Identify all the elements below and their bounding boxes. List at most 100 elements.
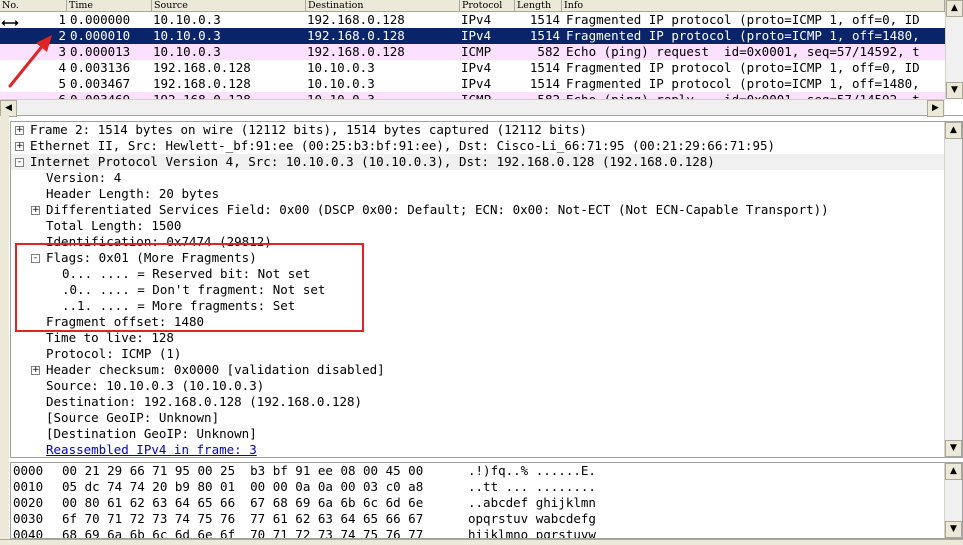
detail-row[interactable]: + Differentiated Services Field: 0x00 (DS… [11,202,944,218]
scroll-right-button[interactable]: ▶ [927,100,944,117]
packet-cell-dst: 10.10.0.3 [307,60,375,75]
packet-cell-info: Echo (ping) request id=0x0001, seq=57/14… [566,44,920,59]
packet-cell-time: 0.000013 [70,44,131,59]
detail-row[interactable]: - Internet Protocol Version 4, Src: 10.10… [11,154,944,170]
packet-row[interactable]: 3 0.000013 10.10.0.3 192.168.0.128 ICMP 582 Ec… [0,44,945,60]
column-header-info[interactable]: Info [562,0,945,12]
detail-row[interactable]: Total Length: 1500 [11,218,944,234]
detail-row[interactable]: + Header checksum: 0x0000 [validation dis… [11,362,944,378]
packet-cell-info: Fragmented IP protocol (proto=ICMP 1, of… [566,76,920,91]
packet-cell-time: 0.003136 [70,60,131,75]
byte-hex: 68 69 6a 6b 6c 6d 6e 6f 70 71 72 73 74 7… [62,527,424,539]
packet-cell-dst: 192.168.0.128 [307,12,405,27]
bytes-scroll-up-button[interactable]: ▲ [945,463,962,480]
scroll-right-icon: ▶ [932,103,939,113]
red-arrow-icon [8,35,52,88]
column-header-no[interactable]: No. [0,0,67,12]
byte-ascii: hijklmno pqrstuvw [468,527,596,539]
packet-row[interactable]: 1 0.000000 10.10.0.3 192.168.0.128 IPv4 1514 F… [0,12,945,28]
scroll-left-icon: ◀ [5,103,12,113]
detail-row[interactable]: Time to live: 128 [11,330,944,346]
packet-cell-info: Fragmented IP protocol (proto=ICMP 1, of… [566,60,920,75]
detail-text: Destination: 192.168.0.128 (192.168.0.12… [46,394,363,409]
detail-text: Time to live: 128 [46,330,174,345]
detail-text: Header checksum: 0x0000 [validation disa… [46,362,385,377]
resize-cursor-icon [0,18,20,28]
packet-cell-info: Fragmented IP protocol (proto=ICMP 1, of… [566,28,920,43]
column-header-source[interactable]: Source [152,0,306,12]
details-scroll-up-button[interactable]: ▲ [945,122,962,139]
scroll-up-icon: ▲ [950,466,957,476]
packet-cell-src: 192.168.0.128 [153,76,251,91]
column-header-protocol[interactable]: Protocol [460,0,515,12]
packet-row[interactable]: 2 0.000010 10.10.0.3 192.168.0.128 IPv4 1514 F… [0,28,945,44]
detail-text: [Source GeoIP: Unknown] [46,410,220,425]
byte-hex: 05 dc 74 74 20 b9 80 01 00 00 0a 0a 00 0… [62,479,424,494]
left-panel-edge [0,116,9,539]
packet-list-pane[interactable]: No. Time Source Destination Protocol Len… [0,0,963,117]
collapse-icon[interactable]: - [15,158,24,167]
detail-text: Header Length: 20 bytes [46,186,220,201]
bytes-vertical-scrollbar[interactable]: ▲ ▼ [944,463,962,538]
expand-icon[interactable]: + [15,126,24,135]
packet-cell-time: 0.000010 [70,28,131,43]
expand-icon[interactable]: + [31,206,40,215]
details-vertical-scrollbar[interactable]: ▲ ▼ [944,122,962,457]
detail-text: Frame 2: 1514 bytes on wire (12112 bits)… [30,122,587,137]
detail-row[interactable]: Version: 4 [11,170,944,186]
column-header-destination[interactable]: Destination [306,0,460,12]
byte-hex: 00 80 61 62 63 64 65 66 67 68 69 6a 6b 6… [62,495,424,510]
byte-ascii: ..abcdef ghijklmn [468,495,596,510]
packet-cell-len: 1514 [529,12,560,27]
detail-row[interactable]: Source: 10.10.0.3 (10.10.0.3) [11,378,944,394]
packet-cell-dst: 10.10.0.3 [307,76,375,91]
expand-icon[interactable]: + [31,366,40,375]
packet-cell-proto: IPv4 [461,60,492,75]
packet-row[interactable]: 5 0.003467 192.168.0.128 10.10.0.3 IPv4 1514 F… [0,76,945,92]
byte-ascii: ..tt ... ........ [468,479,596,494]
packet-list-horizontal-scrollbar[interactable]: ◀ ▶ [0,99,945,117]
packet-cell-proto: IPv4 [461,76,492,91]
packet-bytes-pane[interactable]: 0000 00 21 29 66 71 95 00 25 b3 bf 91 ee … [10,462,963,539]
scroll-down-icon: ▼ [950,524,957,534]
packet-cell-len: 1514 [529,28,560,43]
scroll-down-button[interactable]: ▼ [946,82,963,99]
detail-text: [Destination GeoIP: Unknown] [46,426,257,441]
detail-row[interactable]: + Ethernet II, Src: Hewlett-_bf:91:ee (00… [11,138,944,154]
scroll-left-button[interactable]: ◀ [0,100,17,117]
expand-icon[interactable]: + [15,142,24,151]
scroll-down-icon: ▼ [951,85,958,95]
detail-row[interactable]: Reassembled IPv4 in frame: 3 [11,442,944,457]
column-header-time[interactable]: Time [67,0,152,12]
detail-row[interactable]: Header Length: 20 bytes [11,186,944,202]
byte-row[interactable]: 0030 6f 70 71 72 73 74 75 76 77 61 62 63 … [11,511,944,527]
byte-row[interactable]: 0020 00 80 61 62 63 64 65 66 67 68 69 6a … [11,495,944,511]
status-bar [0,539,963,545]
byte-row[interactable]: 0000 00 21 29 66 71 95 00 25 b3 bf 91 ee … [11,463,944,479]
detail-row[interactable]: + Frame 2: 1514 bytes on wire (12112 bits… [11,122,944,138]
reassembled-frame-link[interactable]: Reassembled IPv4 in frame: 3 [46,442,257,457]
details-scroll-down-button[interactable]: ▼ [945,440,962,457]
packet-cell-len: 1514 [529,76,560,91]
packet-row[interactable]: 4 0.003136 192.168.0.128 10.10.0.3 IPv4 1514 F… [0,60,945,76]
detail-row[interactable]: [Source GeoIP: Unknown] [11,410,944,426]
byte-row[interactable]: 0040 68 69 6a 6b 6c 6d 6e 6f 70 71 72 73 … [11,527,944,539]
packet-list-vertical-scrollbar[interactable]: ▲ ▼ [945,0,963,99]
detail-row[interactable]: [Destination GeoIP: Unknown] [11,426,944,442]
detail-text: Protocol: ICMP (1) [46,346,182,361]
detail-row[interactable]: Protocol: ICMP (1) [11,346,944,362]
packet-list-header: No. Time Source Destination Protocol Len… [0,0,945,12]
byte-hex: 6f 70 71 72 73 74 75 76 77 61 62 63 64 6… [62,511,424,526]
byte-ascii: opqrstuv wabcdefg [468,511,596,526]
packet-cell-proto: IPv4 [461,12,492,27]
packet-cell-src: 192.168.0.128 [153,60,251,75]
detail-row[interactable]: Destination: 192.168.0.128 (192.168.0.12… [11,394,944,410]
packet-cell-src: 10.10.0.3 [153,12,221,27]
bytes-scroll-down-button[interactable]: ▼ [945,521,962,538]
packet-cell-info: Fragmented IP protocol (proto=ICMP 1, of… [566,12,920,27]
column-header-length[interactable]: Length [515,0,562,12]
byte-row[interactable]: 0010 05 dc 74 74 20 b9 80 01 00 00 0a 0a … [11,479,944,495]
byte-hex: 00 21 29 66 71 95 00 25 b3 bf 91 ee 08 0… [62,463,424,478]
byte-offset: 0010 [13,479,44,494]
scroll-up-button[interactable]: ▲ [946,0,963,17]
